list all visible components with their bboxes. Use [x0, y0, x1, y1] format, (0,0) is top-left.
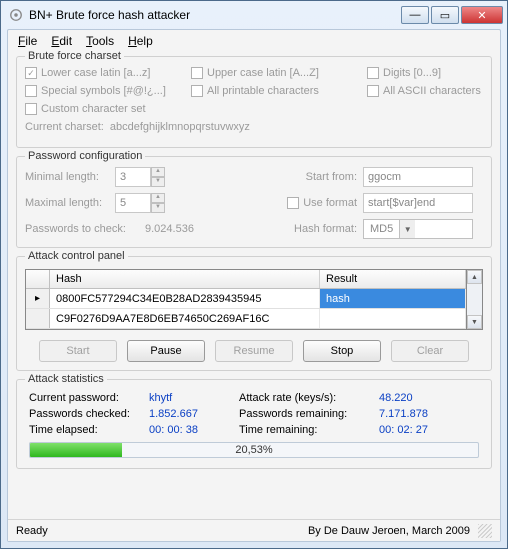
menu-tools[interactable]: Tools: [86, 34, 114, 48]
checkbox-useformat[interactable]: [287, 197, 299, 209]
window-title: BN+ Brute force hash attacker: [27, 8, 401, 22]
pwcfg-legend: Password configuration: [25, 150, 145, 162]
cell-result[interactable]: [320, 309, 466, 328]
app-icon: [9, 8, 23, 22]
hashformat-combo[interactable]: MD5▼: [363, 219, 473, 239]
stats-group: Attack statistics Current password: khyt…: [16, 379, 492, 469]
menu-bar: File Edit Tools Help: [8, 30, 500, 52]
cell-result[interactable]: hash: [320, 289, 466, 308]
checked-label: Passwords checked:: [29, 408, 149, 420]
label-upper: Upper case latin [A...Z]: [207, 67, 319, 79]
label-lower: Lower case latin [a...z]: [41, 67, 150, 79]
stop-button[interactable]: Stop: [303, 340, 381, 362]
titlebar[interactable]: BN+ Brute force hash attacker — ▭ ✕: [1, 1, 507, 29]
elapsed-label: Time elapsed:: [29, 424, 149, 436]
rate-label: Attack rate (keys/s):: [239, 392, 379, 404]
col-hash[interactable]: Hash: [50, 270, 320, 288]
status-credit: By De Dauw Jeroen, March 2009: [308, 525, 470, 537]
row-selector-icon[interactable]: ▸: [26, 289, 50, 308]
useformat-label: Use format: [303, 197, 357, 209]
menu-edit[interactable]: Edit: [51, 34, 72, 48]
scroll-down-icon[interactable]: ▼: [467, 315, 482, 329]
client-area: File Edit Tools Help Brute force charset…: [7, 29, 501, 542]
progress-text: 20,53%: [30, 444, 478, 456]
format-field[interactable]: start[$var]end: [363, 193, 473, 213]
max-length-label: Maximal length:: [25, 197, 115, 209]
stats-legend: Attack statistics: [25, 373, 107, 385]
current-charset-label: Current charset:: [25, 121, 104, 133]
checkbox-printable[interactable]: [191, 85, 203, 97]
cell-hash[interactable]: 0800FC577294C34E0B28AD2839435945: [50, 289, 320, 308]
tocheck-value: 9.024.536: [145, 223, 283, 235]
rate-value: 48.220: [379, 392, 469, 404]
checkbox-special[interactable]: [25, 85, 37, 97]
cur-pw-value: khytf: [149, 392, 239, 404]
progress-bar: 20,53%: [29, 442, 479, 458]
start-button[interactable]: Start: [39, 340, 117, 362]
tremain-value: 00: 02: 27: [379, 424, 469, 436]
current-charset-value: abcdefghijklmnopqrstuvwxyz: [110, 121, 250, 133]
tremain-label: Time remaining:: [239, 424, 379, 436]
row-header-corner: [26, 270, 50, 288]
start-from-label: Start from:: [283, 171, 363, 183]
checkbox-lower[interactable]: ✓: [25, 67, 37, 79]
attack-legend: Attack control panel: [25, 250, 128, 262]
charset-legend: Brute force charset: [25, 50, 124, 62]
scroll-up-icon[interactable]: ▲: [467, 270, 482, 284]
cur-pw-label: Current password:: [29, 392, 149, 404]
status-text: Ready: [16, 525, 48, 537]
menu-help[interactable]: Help: [128, 34, 153, 48]
cell-hash[interactable]: C9F0276D9AA7E8D6EB74650C269AF16C: [50, 309, 320, 328]
close-button[interactable]: ✕: [461, 6, 503, 24]
checkbox-custom[interactable]: [25, 103, 37, 115]
elapsed-value: 00: 00: 38: [149, 424, 239, 436]
label-special: Special symbols [#@!¿...]: [41, 85, 166, 97]
min-length-label: Minimal length:: [25, 171, 115, 183]
start-from-field[interactable]: ggocm: [363, 167, 473, 187]
chevron-down-icon: ▼: [399, 220, 415, 238]
row-selector[interactable]: [26, 309, 50, 328]
table-row[interactable]: ▸ 0800FC577294C34E0B28AD2839435945 hash: [26, 289, 466, 309]
remain-label: Passwords remaining:: [239, 408, 379, 420]
minimize-button[interactable]: —: [401, 6, 429, 24]
pause-button[interactable]: Pause: [127, 340, 205, 362]
clear-button[interactable]: Clear: [391, 340, 469, 362]
window: BN+ Brute force hash attacker — ▭ ✕ File…: [0, 0, 508, 549]
col-result[interactable]: Result: [320, 270, 466, 288]
pwcfg-group: Password configuration Minimal length: 3…: [16, 156, 492, 248]
hash-table[interactable]: Hash Result ▸ 0800FC577294C34E0B28AD2839…: [25, 269, 467, 330]
maximize-button[interactable]: ▭: [431, 6, 459, 24]
attack-group: Attack control panel Hash Result ▸ 0800F…: [16, 256, 492, 371]
label-custom: Custom character set: [41, 103, 146, 115]
label-ascii: All ASCII characters: [383, 85, 481, 97]
table-row[interactable]: C9F0276D9AA7E8D6EB74650C269AF16C: [26, 309, 466, 329]
checkbox-upper[interactable]: [191, 67, 203, 79]
resume-button[interactable]: Resume: [215, 340, 293, 362]
resize-grip-icon[interactable]: [478, 524, 492, 538]
hashformat-label: Hash format:: [283, 223, 363, 235]
menu-file[interactable]: File: [18, 34, 37, 48]
remain-value: 7.171.878: [379, 408, 469, 420]
min-length-spinner[interactable]: 3▲▼: [115, 167, 165, 187]
max-length-spinner[interactable]: 5▲▼: [115, 193, 165, 213]
status-bar: Ready By De Dauw Jeroen, March 2009: [8, 519, 500, 541]
charset-group: Brute force charset ✓Lower case latin [a…: [16, 56, 492, 148]
label-printable: All printable characters: [207, 85, 319, 97]
checked-value: 1.852.667: [149, 408, 239, 420]
checkbox-ascii[interactable]: [367, 85, 379, 97]
table-scrollbar[interactable]: ▲ ▼: [467, 269, 483, 330]
label-digits: Digits [0...9]: [383, 67, 441, 79]
checkbox-digits[interactable]: [367, 67, 379, 79]
